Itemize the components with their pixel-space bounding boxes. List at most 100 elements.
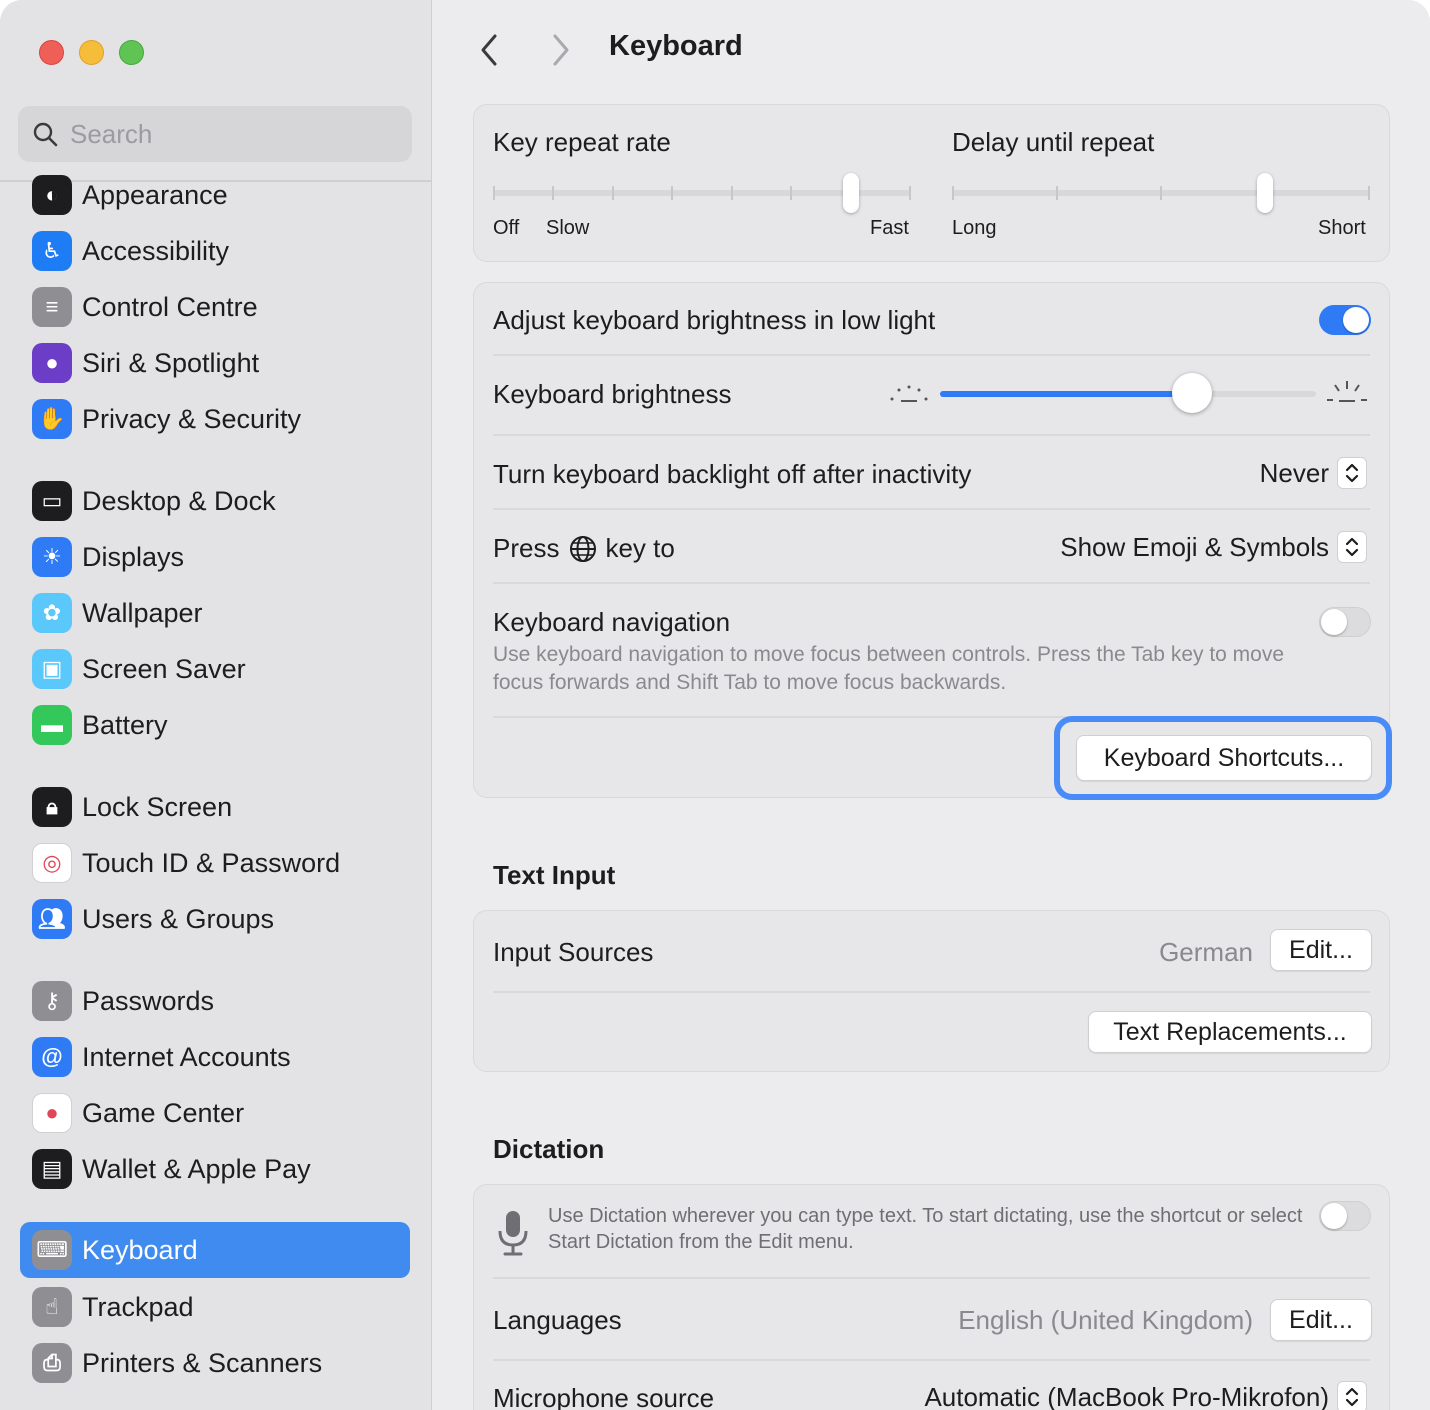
keyboard-settings-card: Adjust keyboard brightness in low light … <box>473 282 1392 800</box>
sidebar-item-label: Users & Groups <box>82 904 275 934</box>
users-icon: 👥︎ <box>32 899 72 939</box>
sidebar-item-screen-saver[interactable]: ▣ Screen Saver <box>20 641 410 697</box>
sidebar-item-siri-spotlight[interactable]: ● Siri & Spotlight <box>20 335 410 391</box>
sidebar-item-control-centre[interactable]: ≡ Control Centre <box>20 279 410 335</box>
hand-icon: ✋ <box>32 399 72 439</box>
sidebar-item-touch-id-password[interactable]: ◎ Touch ID & Password <box>20 835 410 891</box>
keyboard-brightness-slider[interactable] <box>940 373 1316 415</box>
brightness-low-icon <box>890 385 928 402</box>
slider-thumb[interactable] <box>1171 373 1212 413</box>
sidebar-item-wallet-apple-pay[interactable]: ▤ Wallet & Apple Pay <box>20 1141 410 1197</box>
delay-label: Delay until repeat <box>952 127 1155 157</box>
accessibility-icon: ♿ <box>32 231 72 271</box>
dictation-card: Use Dictation wherever you can type text… <box>473 1184 1390 1410</box>
sidebar-item-label: Appearance <box>82 180 228 210</box>
lock-icon: 🔒︎ <box>32 787 72 827</box>
zoom-window-button[interactable] <box>119 40 144 65</box>
adjust-brightness-label: Adjust keyboard brightness in low light <box>493 305 936 335</box>
press-globe-row: Press key to <box>493 533 675 564</box>
key-to-label: key to <box>605 533 675 563</box>
languages-edit-button[interactable]: Edit... <box>1270 1299 1372 1341</box>
key-repeat-slider[interactable] <box>493 171 911 215</box>
sidebar-item-lock-screen[interactable]: 🔒︎ Lock Screen <box>20 779 410 835</box>
sidebar-item-label: Wallet & Apple Pay <box>82 1154 311 1184</box>
sidebar-item-desktop-dock[interactable]: ▭ Desktop & Dock <box>20 473 410 529</box>
slider-tick <box>1160 186 1162 200</box>
slider-thumb[interactable] <box>1257 173 1273 213</box>
keyboard-shortcuts-button[interactable]: Keyboard Shortcuts... <box>1076 735 1372 781</box>
slider-tick <box>952 186 954 200</box>
forward-chevron-icon[interactable] <box>549 32 573 68</box>
slider-tick <box>552 186 555 200</box>
close-window-button[interactable] <box>39 40 64 65</box>
delay-short-label: Short <box>1318 217 1366 239</box>
divider <box>493 582 1370 584</box>
repeat-card: Key repeat rate Delay until repeat Off S… <box>473 104 1390 262</box>
globe-key-popup[interactable]: Show Emoji & Symbols <box>1060 531 1367 563</box>
slider-tick <box>1056 186 1058 200</box>
battery-icon: ▬ <box>32 705 72 745</box>
divider <box>493 354 1370 356</box>
sidebar-item-label: Siri & Spotlight <box>82 348 260 378</box>
sidebar-item-wallpaper[interactable]: ✿ Wallpaper <box>20 585 410 641</box>
delay-repeat-slider[interactable] <box>952 171 1370 215</box>
search-input[interactable] <box>70 118 370 150</box>
sidebar-item-trackpad[interactable]: ☝ Trackpad <box>20 1279 410 1335</box>
updown-chevron-icon <box>1337 531 1367 563</box>
backlight-off-popup[interactable]: Never <box>1260 457 1367 489</box>
key-repeat-off-label: Off <box>493 217 520 239</box>
sidebar-item-label: Screen Saver <box>82 654 246 684</box>
microphone-source-popup[interactable]: Automatic (MacBook Pro-Mikrofon) <box>924 1381 1367 1410</box>
sidebar-item-internet-accounts[interactable]: @ Internet Accounts <box>20 1029 410 1085</box>
back-chevron-icon[interactable] <box>477 32 501 68</box>
dictation-toggle[interactable] <box>1319 1201 1371 1231</box>
search-field[interactable] <box>18 106 412 162</box>
divider <box>493 1277 1370 1279</box>
sidebar-item-game-center[interactable]: ● Game Center <box>20 1085 410 1141</box>
minimize-window-button[interactable] <box>79 40 104 65</box>
divider <box>493 434 1370 436</box>
sidebar-item-label: Accessibility <box>82 236 230 266</box>
delay-long-label: Long <box>952 217 997 239</box>
sidebar-item-battery[interactable]: ▬ Battery <box>20 697 410 753</box>
printer-icon: ⎙ <box>32 1343 72 1383</box>
microphone-source-label: Microphone source <box>493 1383 715 1410</box>
globe-icon <box>570 535 597 562</box>
dock-icon: ▭ <box>32 481 72 521</box>
updown-chevron-icon <box>1337 457 1367 489</box>
input-sources-edit-button[interactable]: Edit... <box>1270 929 1372 971</box>
microphone-icon <box>498 1211 528 1256</box>
sidebar-item-privacy-security[interactable]: ✋ Privacy & Security <box>20 391 410 447</box>
key-repeat-fast-label: Fast <box>870 217 909 239</box>
sidebar-item-label: Lock Screen <box>82 792 233 822</box>
key-repeat-label: Key repeat rate <box>493 127 671 157</box>
slider-fill <box>940 391 1192 397</box>
keyboard-icon: ⌨ <box>32 1230 72 1270</box>
dictation-heading: Dictation <box>493 1134 605 1164</box>
wallet-icon: ▤ <box>32 1149 72 1189</box>
languages-value: English (United Kingdom) <box>958 1305 1253 1335</box>
sidebar-item-label: Desktop & Dock <box>82 486 276 516</box>
slider-tick <box>493 186 495 200</box>
input-sources-label: Input Sources <box>493 937 654 967</box>
main-pane: Keyboard Key repeat rate Delay until rep… <box>433 0 1430 1410</box>
key-repeat-slow-label: Slow <box>546 217 590 239</box>
text-replacements-button[interactable]: Text Replacements... <box>1088 1011 1372 1053</box>
sidebar-item-accessibility[interactable]: ♿ Accessibility <box>20 223 410 279</box>
slider-tick <box>730 186 733 200</box>
keyboard-navigation-toggle[interactable] <box>1319 607 1371 637</box>
sidebar-item-passwords[interactable]: ⚷ Passwords <box>20 973 410 1029</box>
divider <box>493 991 1370 993</box>
sidebar-item-appearance[interactable]: ◐ Appearance <box>20 167 410 223</box>
backlight-off-label: Turn keyboard backlight off after inacti… <box>493 459 972 489</box>
sidebar-item-displays[interactable]: ☀ Displays <box>20 529 410 585</box>
page-title: Keyboard <box>609 30 743 62</box>
slider-thumb[interactable] <box>842 173 859 213</box>
sidebar-item-users-groups[interactable]: 👥︎ Users & Groups <box>20 891 410 947</box>
sidebar-item-printers-scanners[interactable]: ⎙ Printers & Scanners <box>20 1335 410 1391</box>
control-centre-icon: ≡ <box>32 287 72 327</box>
slider-tick <box>611 186 614 200</box>
sidebar-item-label: Control Centre <box>82 292 258 322</box>
adjust-brightness-toggle[interactable] <box>1319 305 1371 335</box>
sidebar-item-keyboard[interactable]: ⌨ Keyboard <box>20 1222 410 1278</box>
